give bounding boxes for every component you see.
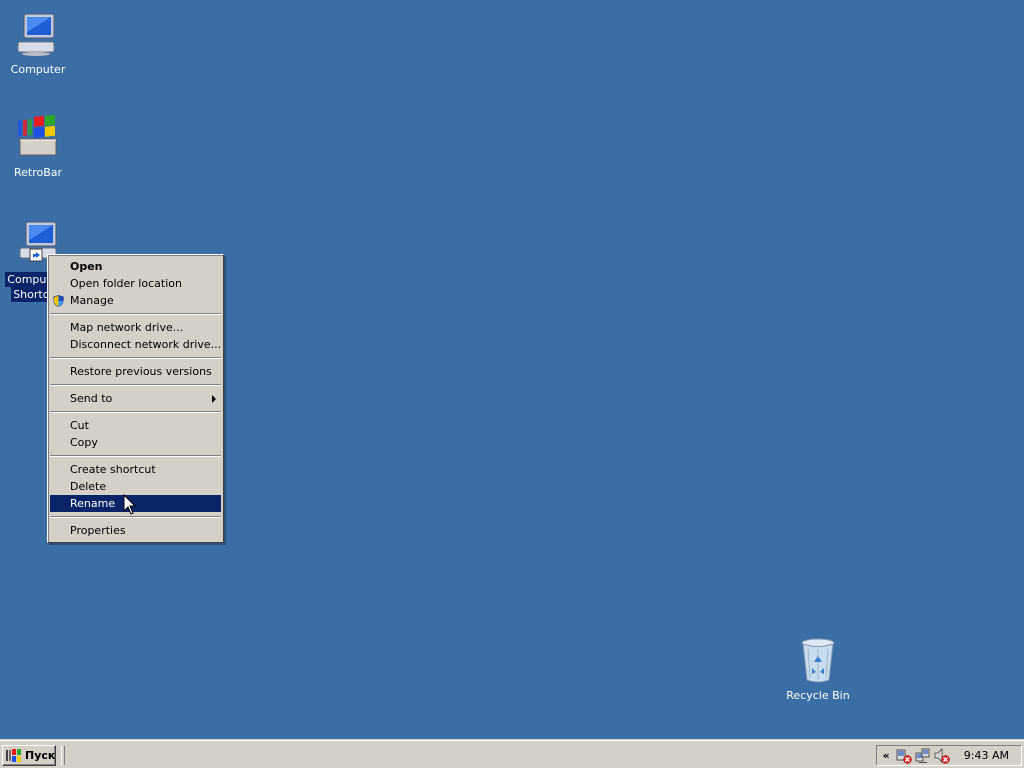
menu-separator [50,411,221,413]
start-button[interactable]: Пуск [2,745,56,766]
menu-item-disconnect-network-drive[interactable]: Disconnect network drive... [50,336,221,353]
menu-item-label: Rename [70,497,116,510]
mouse-cursor-icon [123,493,137,516]
desktop-icon-recycle-bin[interactable]: Recycle Bin [780,636,856,703]
desktop-icon-label-line2: Shortc [11,287,51,302]
menu-item-label: Create shortcut [70,463,156,476]
desktop-icon-label: RetroBar [13,166,63,179]
volume-muted-icon[interactable] [934,747,950,764]
taskbar: Пуск « 9:43 AM [0,740,1024,768]
menu-item-open-folder-location[interactable]: Open folder location [50,275,221,292]
tray-expand-button[interactable]: « [879,749,893,762]
menu-item-copy[interactable]: Copy [50,434,221,451]
menu-item-label: Restore previous versions [70,365,212,378]
recycle-bin-icon [794,636,842,684]
menu-item-create-shortcut[interactable]: Create shortcut [50,461,221,478]
menu-item-manage[interactable]: Manage [50,292,221,309]
menu-separator [50,384,221,386]
uac-shield-icon [53,295,64,307]
desktop-icon-retrobar[interactable]: RetroBar [0,113,76,180]
start-button-label: Пуск [25,749,56,762]
menu-item-label: Send to [70,392,113,405]
menu-item-map-network-drive[interactable]: Map network drive... [50,319,221,336]
submenu-arrow-icon [212,395,216,403]
menu-item-label: Delete [70,480,107,493]
menu-item-cut[interactable]: Cut [50,417,221,434]
menu-item-properties[interactable]: Properties [50,522,221,539]
desktop-icon-label: Computer [10,63,66,76]
desktop-icon-label: Recycle Bin [786,689,850,702]
menu-item-open[interactable]: Open [50,258,221,275]
system-tray: « 9:43 AM [876,745,1022,766]
menu-separator [50,313,221,315]
taskbar-grip[interactable] [61,746,65,765]
menu-item-delete[interactable]: Delete [50,478,221,495]
menu-separator [50,516,221,518]
menu-item-label: Cut [70,419,89,432]
network-icon[interactable] [915,748,931,764]
desktop-icon-label-line1: Comput [5,272,53,287]
desktop-icon-computer[interactable]: Computer [0,10,76,77]
menu-item-label: Manage [70,294,114,307]
computer-icon [14,10,62,58]
menu-item-label: Open folder location [70,277,182,290]
menu-separator [50,455,221,457]
menu-item-label: Disconnect network drive... [70,338,222,351]
windows-logo-icon [6,748,22,763]
menu-item-restore-previous-versions[interactable]: Restore previous versions [50,363,221,380]
menu-separator [50,357,221,359]
network-disconnected-icon[interactable] [896,748,912,764]
menu-item-label: Copy [70,436,98,449]
retrobar-icon [14,113,62,161]
menu-item-label: Open [70,260,103,273]
menu-item-label: Properties [70,524,126,537]
menu-item-label: Map network drive... [70,321,184,334]
menu-item-send-to[interactable]: Send to [50,390,221,407]
tray-clock[interactable]: 9:43 AM [964,749,1009,762]
